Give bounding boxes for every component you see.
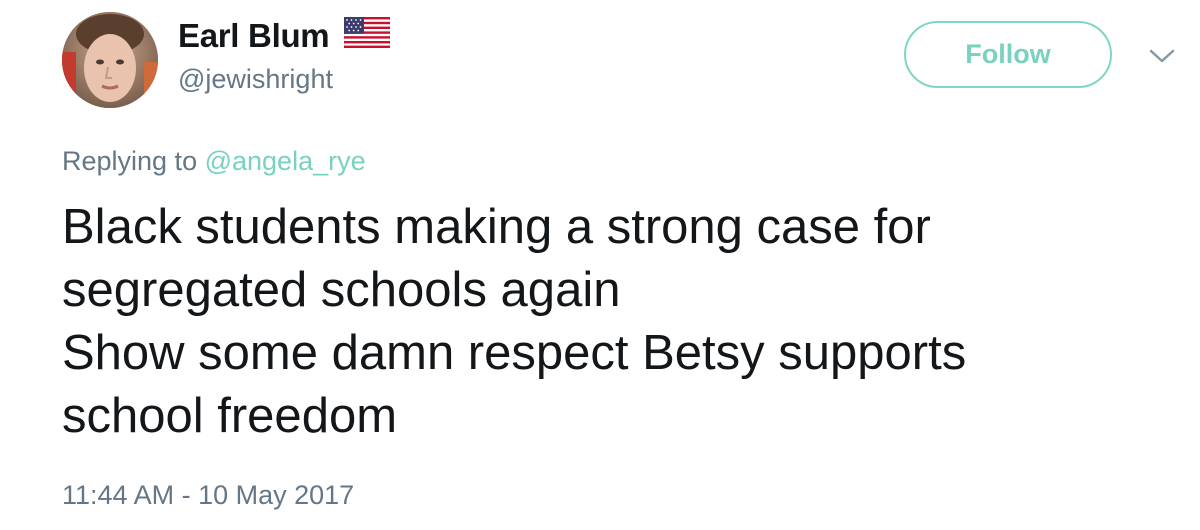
- tweet-text: Black students making a strong case for …: [62, 196, 1172, 448]
- reply-mention-link[interactable]: @angela_rye: [205, 146, 366, 176]
- tweet-text-line: Show some damn respect Betsy supports: [62, 326, 967, 380]
- tweet-text-line: segregated schools again: [62, 263, 621, 317]
- follow-button[interactable]: Follow: [904, 21, 1112, 88]
- tweet-card: Earl Blum @jewishright Follow Replying t…: [0, 0, 1200, 530]
- avatar-photo: [62, 12, 158, 108]
- display-name[interactable]: Earl Blum: [178, 16, 330, 56]
- user-handle[interactable]: @jewishright: [178, 62, 333, 96]
- tweet-text-line: school freedom: [62, 389, 398, 443]
- replying-to-label: Replying to: [62, 146, 205, 176]
- avatar[interactable]: [62, 12, 158, 108]
- tweet-timestamp[interactable]: 11:44 AM - 10 May 2017: [62, 478, 354, 512]
- tweet-text-line: Black students making a strong case for: [62, 200, 931, 254]
- us-flag-icon: [344, 17, 390, 48]
- chevron-down-icon[interactable]: [1147, 46, 1177, 66]
- replying-to: Replying to @angela_rye: [62, 144, 366, 178]
